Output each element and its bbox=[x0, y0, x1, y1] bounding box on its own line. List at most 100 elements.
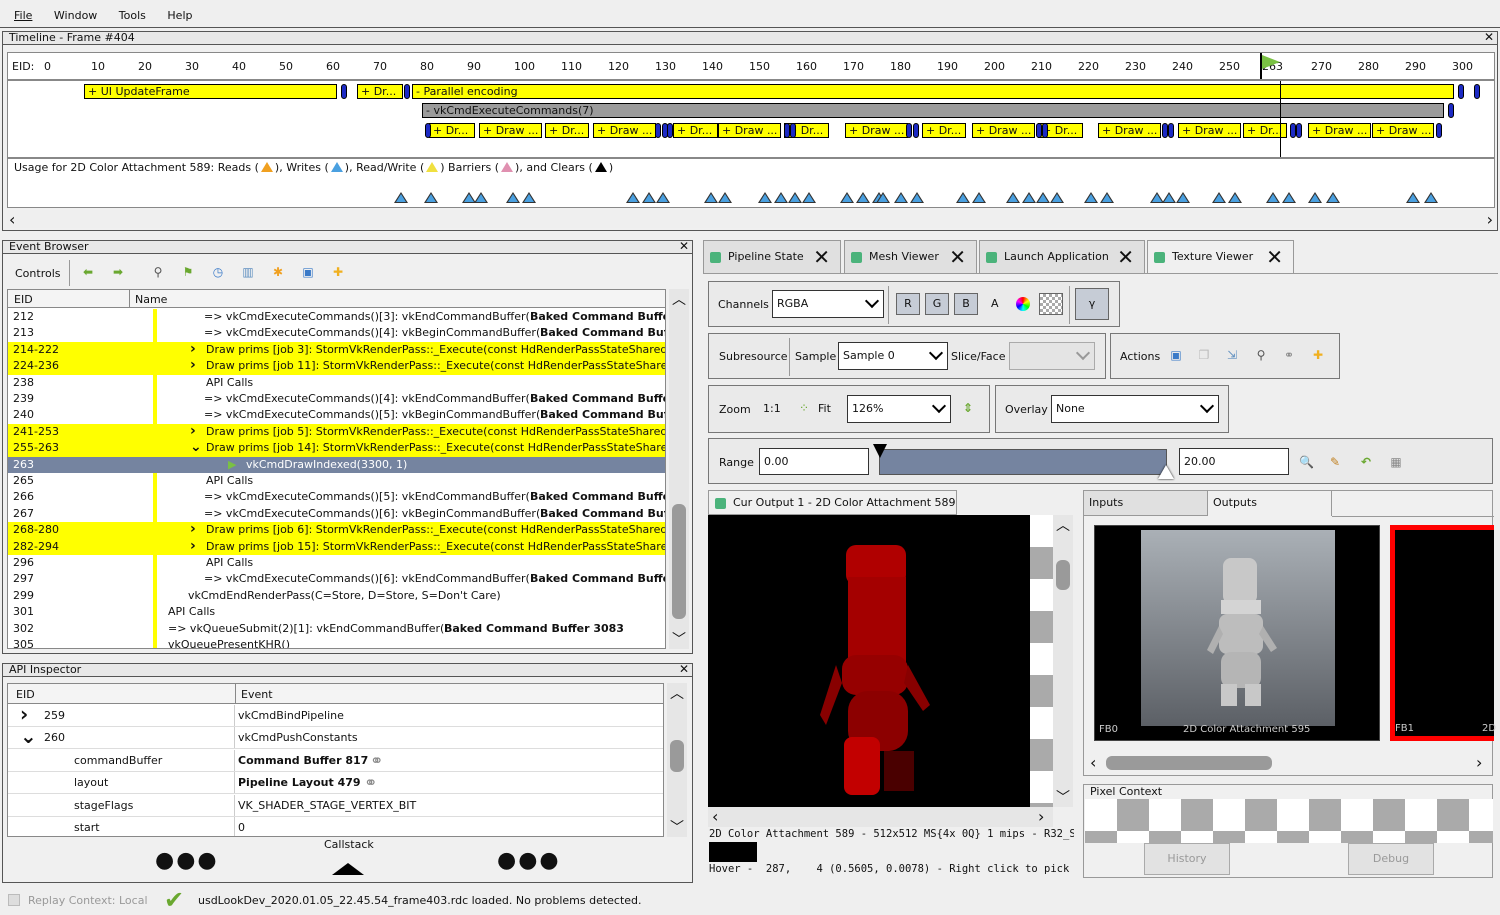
write-usage-marker[interactable] bbox=[1424, 192, 1438, 203]
bar-draw-prims[interactable]: + Dr... bbox=[545, 123, 589, 138]
write-usage-marker[interactable] bbox=[474, 192, 488, 203]
write-usage-marker[interactable] bbox=[894, 192, 908, 203]
event-row[interactable]: 255-263 ⌄ Draw prims [job 14]: StormVkRend… bbox=[8, 440, 665, 457]
api-row[interactable]: 260 ⌄ vkCmdPushConstants bbox=[8, 727, 663, 750]
tab-texture-viewer[interactable]: Texture Viewer ✕ bbox=[1147, 240, 1294, 274]
channel-b-toggle[interactable]: B bbox=[954, 293, 978, 315]
expand-chevron-icon[interactable]: › bbox=[190, 358, 196, 373]
fit-icon[interactable]: ⁘ bbox=[797, 401, 811, 415]
link-icon[interactable]: ⚭ bbox=[1282, 348, 1296, 362]
event-row[interactable]: 282-294 › Draw prims [job 15]: StormVkRend… bbox=[8, 538, 665, 556]
more-right-icon[interactable]: ●●● bbox=[497, 848, 561, 873]
settings-cog-icon[interactable]: ✱ bbox=[271, 265, 285, 279]
puzzle-icon[interactable]: ✚ bbox=[331, 265, 345, 279]
tab-mesh-viewer[interactable]: Mesh Viewer ✕ bbox=[844, 240, 977, 274]
channels-select[interactable]: RGBA bbox=[772, 290, 884, 318]
expand-chevron-icon[interactable]: › bbox=[190, 522, 196, 537]
bar-draw-prims[interactable]: + Draw ... bbox=[718, 123, 781, 138]
range-slider[interactable] bbox=[879, 449, 1167, 475]
col-event-header[interactable]: Event bbox=[241, 688, 273, 701]
reset-icon[interactable]: ↶ bbox=[1359, 455, 1373, 469]
scroll-right-icon[interactable]: › bbox=[1476, 753, 1482, 772]
scroll-up-icon[interactable]: ︿ bbox=[672, 289, 686, 309]
thumbnail-fb1[interactable]: FB1 2D bbox=[1390, 525, 1496, 741]
write-usage-marker[interactable] bbox=[1228, 192, 1242, 203]
write-usage-marker[interactable] bbox=[972, 192, 986, 203]
event-row[interactable]: 224-236 › Draw prims [job 11]: StormVkRend… bbox=[8, 358, 665, 375]
channel-r-toggle[interactable]: R bbox=[896, 293, 920, 315]
write-usage-marker[interactable] bbox=[506, 192, 520, 203]
write-usage-marker[interactable] bbox=[424, 192, 438, 203]
write-usage-marker[interactable] bbox=[910, 192, 924, 203]
texture-viewport[interactable] bbox=[708, 515, 1053, 807]
expand-chevron-icon[interactable]: › bbox=[190, 342, 196, 357]
scroll-left-icon[interactable]: ‹ bbox=[9, 210, 15, 229]
col-name-header[interactable]: Name bbox=[135, 293, 167, 306]
output-tab[interactable]: Cur Output 1 - 2D Color Attachment 589 bbox=[708, 490, 957, 515]
bar-draw-prims[interactable]: + Draw ... bbox=[845, 123, 908, 138]
event-row[interactable]: 297 => vkCmdExecuteCommands()[6]: vkEndCo… bbox=[8, 571, 665, 588]
menu-window[interactable]: Window bbox=[54, 9, 97, 22]
bar-draw-prims[interactable]: + Draw ... bbox=[1372, 123, 1434, 138]
debug-button[interactable]: Debug bbox=[1348, 843, 1434, 875]
scroll-up-icon[interactable]: ︿ bbox=[1056, 515, 1070, 535]
api-row[interactable]: start 0 bbox=[8, 817, 663, 836]
bar-draw-prims[interactable]: + Draw ... bbox=[1098, 123, 1161, 138]
scroll-up-icon[interactable]: ︿ bbox=[670, 683, 684, 703]
slice-face-select[interactable] bbox=[1009, 342, 1095, 370]
thumbnail-fb0[interactable]: FB0 2D Color Attachment 595 bbox=[1094, 525, 1380, 741]
tab-inputs[interactable]: Inputs bbox=[1084, 491, 1208, 516]
range-max-handle[interactable] bbox=[1158, 465, 1174, 479]
write-usage-marker[interactable] bbox=[1212, 192, 1226, 203]
write-usage-marker[interactable] bbox=[1326, 192, 1340, 203]
write-usage-marker[interactable] bbox=[1006, 192, 1020, 203]
overlay-select[interactable]: None bbox=[1051, 395, 1219, 423]
write-usage-marker[interactable] bbox=[774, 192, 788, 203]
event-row[interactable]: 299 vkCmdEndRenderPass(C=Store, D=Store, … bbox=[8, 587, 665, 605]
event-row[interactable]: 241-253 › Draw prims [job 5]: StormVkRende… bbox=[8, 423, 665, 441]
bookmark-flag-icon[interactable]: ⚑ bbox=[181, 265, 195, 279]
puzzle-icon[interactable]: ✚ bbox=[1311, 348, 1325, 362]
export-icon[interactable]: ⇲ bbox=[1225, 348, 1239, 362]
history-button[interactable]: History bbox=[1144, 843, 1230, 875]
bar-draw-prims[interactable]: + Dr... bbox=[429, 123, 475, 138]
write-usage-marker[interactable] bbox=[1084, 192, 1098, 203]
bar-draw-prims[interactable]: + Dr... bbox=[922, 123, 966, 138]
find-binoculars-icon[interactable]: ⚲ bbox=[151, 265, 165, 279]
write-usage-marker[interactable] bbox=[1100, 192, 1114, 203]
tab-outputs[interactable]: Outputs bbox=[1208, 491, 1332, 516]
write-usage-marker[interactable] bbox=[802, 192, 816, 203]
scroll-down-icon[interactable]: ﹀ bbox=[670, 817, 684, 837]
api-row[interactable]: commandBuffer Command Buffer 817 ⚭ bbox=[8, 749, 663, 772]
gamma-toggle[interactable]: γ bbox=[1075, 288, 1109, 320]
write-usage-marker[interactable] bbox=[394, 192, 408, 203]
close-icon[interactable]: ✕ bbox=[1484, 31, 1494, 43]
tab-pipeline-state[interactable]: Pipeline State ✕ bbox=[703, 240, 841, 274]
expand-chevron-icon[interactable]: › bbox=[190, 539, 196, 554]
event-row[interactable]: 266 => vkCmdExecuteCommands()[5]: vkEndCo… bbox=[8, 489, 665, 506]
close-icon[interactable]: ✕ bbox=[1117, 241, 1134, 273]
event-row[interactable]: 301 API Calls bbox=[8, 604, 665, 621]
tab-launch-application[interactable]: Launch Application ✕ bbox=[979, 240, 1145, 274]
chart-icon[interactable]: ▥ bbox=[241, 265, 255, 279]
event-row[interactable]: 239 => vkCmdExecuteCommands()[4]: vkEndCo… bbox=[8, 391, 665, 408]
forward-arrow-icon[interactable]: ➡ bbox=[111, 265, 125, 279]
scroll-left-icon[interactable]: ‹ bbox=[1090, 753, 1096, 772]
write-usage-marker[interactable] bbox=[642, 192, 656, 203]
channel-a-toggle[interactable]: A bbox=[991, 297, 999, 310]
histogram-icon[interactable]: ▦ bbox=[1389, 455, 1403, 469]
close-icon[interactable]: ✕ bbox=[949, 241, 966, 273]
flip-vertical-icon[interactable]: ⇕ bbox=[961, 401, 975, 415]
close-icon[interactable]: ✕ bbox=[1266, 241, 1283, 273]
bar-draw-prims[interactable]: + Draw ... bbox=[1308, 123, 1371, 138]
event-row[interactable]: 214-222 › Draw prims [job 3]: StormVkRende… bbox=[8, 341, 665, 359]
sample-select[interactable]: Sample 0 bbox=[838, 342, 948, 370]
bar-vkcmdexecutecommands[interactable]: - vkCmdExecuteCommands(7) bbox=[422, 103, 1444, 118]
write-usage-marker[interactable] bbox=[1308, 192, 1322, 203]
event-row[interactable]: 268-280 › Draw prims [job 6]: StormVkRende… bbox=[8, 522, 665, 539]
write-usage-marker[interactable] bbox=[956, 192, 970, 203]
color-wheel-icon[interactable] bbox=[1016, 297, 1030, 311]
write-usage-marker[interactable] bbox=[788, 192, 802, 203]
bar-draw-prims[interactable]: + Dr... bbox=[673, 123, 718, 138]
link-icon[interactable]: ⚭ bbox=[370, 750, 383, 771]
